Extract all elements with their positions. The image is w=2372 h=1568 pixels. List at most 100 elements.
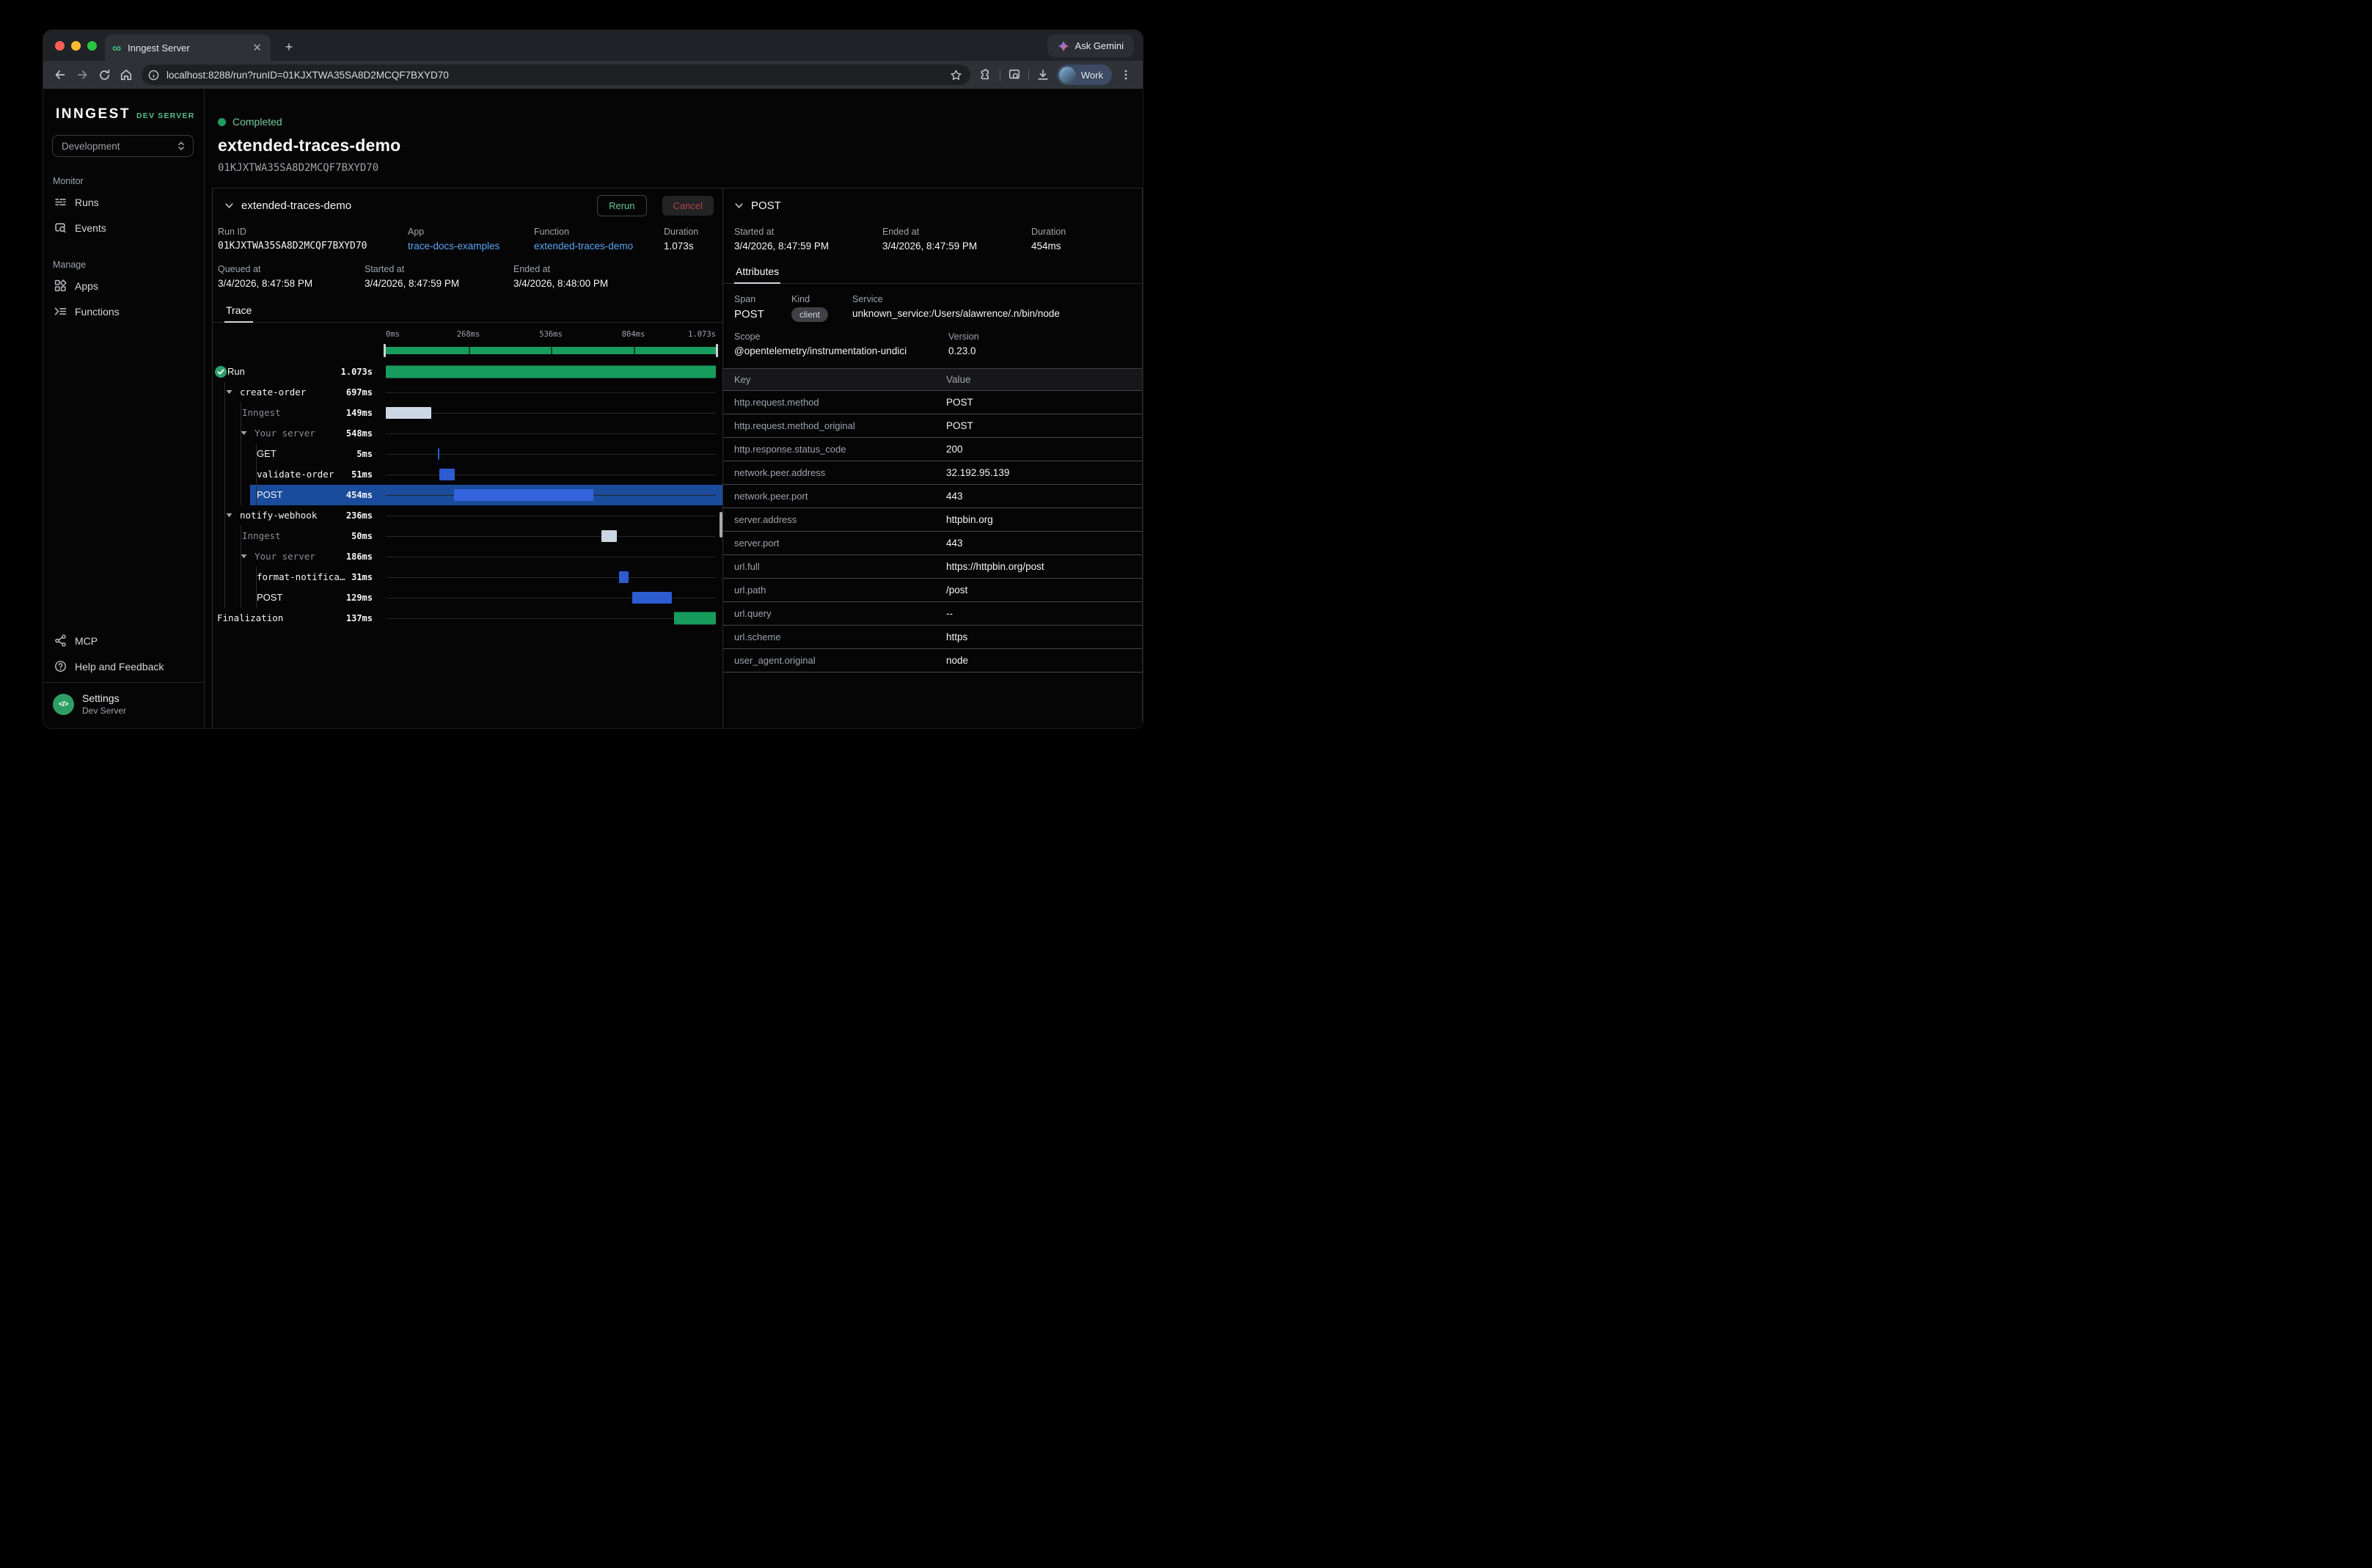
trace-row-post[interactable]: POST129ms (213, 587, 722, 608)
site-info-icon[interactable] (144, 66, 162, 84)
trace-row-your-server[interactable]: Your server548ms (213, 423, 722, 444)
sidebar-item-functions[interactable]: Functions (43, 298, 204, 324)
collapse-chevron-icon[interactable] (734, 201, 744, 210)
scrollbar-thumb[interactable] (720, 512, 722, 538)
minimap-right-handle[interactable] (716, 344, 718, 357)
downloads-icon[interactable] (1032, 64, 1054, 86)
browser-profile-button[interactable]: Work (1057, 65, 1112, 85)
meta-run-id: Run ID01KJXTWA35SA8D2MCQF7BXYD70 (218, 227, 408, 252)
cancel-button[interactable]: Cancel (662, 196, 714, 216)
indent-guide (224, 423, 225, 444)
tab-close-icon[interactable]: ✕ (251, 41, 263, 54)
settings-icon: </> (53, 694, 74, 715)
table-row[interactable]: network.peer.port443 (723, 484, 1142, 508)
span-bar[interactable] (386, 366, 716, 378)
trace-row-create-order[interactable]: create-order697ms (213, 382, 722, 403)
table-row[interactable]: url.schemehttps (723, 625, 1142, 648)
browser-tab[interactable]: ∞ Inngest Server ✕ (105, 34, 271, 61)
browser-menu-icon[interactable] (1115, 64, 1137, 86)
sidebar-item-mcp[interactable]: MCP (43, 628, 204, 653)
meta-app: Apptrace-docs-examples (408, 227, 534, 252)
collapse-chevron-icon[interactable] (224, 201, 234, 210)
detail-panel-title: POST (751, 199, 781, 212)
expander-chevron-icon[interactable] (241, 431, 247, 436)
maximize-window-button[interactable] (87, 41, 97, 51)
help-icon (54, 660, 67, 673)
span-duration: 5ms (299, 448, 373, 460)
table-row[interactable]: server.port443 (723, 531, 1142, 554)
back-button[interactable] (49, 64, 71, 86)
indent-guide (224, 505, 225, 526)
reload-button[interactable] (93, 64, 115, 86)
sidebar-item-settings[interactable]: </> Settings Dev Server (43, 682, 204, 728)
trace-row-inngest[interactable]: Inngest50ms (213, 526, 722, 546)
sidebar-item-help-and-feedback[interactable]: Help and Feedback (43, 653, 204, 679)
tab-attributes[interactable]: Attributes (734, 260, 780, 284)
attribute-key: network.peer.port (734, 491, 946, 502)
indent-guide (224, 587, 225, 608)
span-bar[interactable] (386, 407, 431, 419)
table-row[interactable]: url.query-- (723, 601, 1142, 625)
trace-row-format-notifica[interactable]: format-notifica…31ms (213, 567, 722, 587)
span-duration: 186ms (299, 551, 373, 563)
span-bar[interactable] (674, 612, 716, 625)
span-name: GET (257, 448, 277, 460)
new-tab-button[interactable]: + (279, 38, 299, 57)
sidebar-item-label: Runs (75, 197, 99, 208)
trace-row-validate-order[interactable]: validate-order51ms (213, 464, 722, 485)
tab-trace[interactable]: Trace (224, 298, 253, 323)
table-row[interactable]: server.addresshttpbin.org (723, 508, 1142, 531)
sidebar-item-events[interactable]: Events (43, 215, 204, 241)
timeline-minimap[interactable] (386, 342, 716, 359)
tab-search-icon[interactable] (1003, 64, 1025, 86)
span-bar[interactable] (438, 448, 439, 460)
table-row[interactable]: http.request.method_originalPOST (723, 414, 1142, 437)
trace-row-notify-webhook[interactable]: notify-webhook236ms (213, 505, 722, 526)
url-text[interactable]: localhost:8288/run?runID=01KJXTWA35SA8D2… (166, 70, 947, 81)
span-bar[interactable] (439, 469, 455, 480)
environment-selector[interactable]: Development (52, 135, 194, 157)
trace-row-run[interactable]: Run1.073s (213, 362, 722, 382)
expander-chevron-icon[interactable] (226, 389, 233, 395)
extensions-icon[interactable] (975, 64, 997, 86)
meta-label: Ended at (882, 227, 1031, 237)
table-row[interactable]: http.request.methodPOST (723, 390, 1142, 414)
bookmark-star-icon[interactable] (947, 65, 966, 84)
indent-guide (224, 382, 225, 403)
close-window-button[interactable] (55, 41, 65, 51)
span-name: Run (227, 366, 245, 378)
meta-value[interactable]: trace-docs-examples (408, 241, 534, 252)
span-lane (386, 546, 716, 567)
table-row[interactable]: url.path/post (723, 578, 1142, 601)
url-bar[interactable]: localhost:8288/run?runID=01KJXTWA35SA8D2… (142, 65, 970, 85)
expander-chevron-icon[interactable] (226, 513, 233, 518)
sidebar-section-title-monitor: Monitor (43, 157, 204, 189)
sidebar-item-runs[interactable]: Runs (43, 189, 204, 215)
span-lane (386, 526, 716, 546)
meta-value: 01KJXTWA35SA8D2MCQF7BXYD70 (218, 241, 408, 252)
meta-value[interactable]: extended-traces-demo (534, 241, 664, 252)
span-bar[interactable] (619, 571, 629, 583)
span-bar[interactable] (454, 489, 593, 501)
sidebar-item-apps[interactable]: Apps (43, 273, 204, 298)
trace-row-your-server[interactable]: Your server186ms (213, 546, 722, 567)
home-button[interactable] (115, 64, 137, 86)
trace-row-post[interactable]: POST454ms (213, 485, 722, 505)
ask-gemini-button[interactable]: Ask Gemini (1047, 34, 1134, 57)
span-bar[interactable] (632, 592, 672, 604)
trace-row-finalization[interactable]: Finalization137ms (213, 608, 722, 629)
table-row[interactable]: http.response.status_code200 (723, 437, 1142, 461)
table-row[interactable]: url.fullhttps://httpbin.org/post (723, 554, 1142, 578)
kind-label: Kind (791, 294, 852, 304)
span-bar[interactable] (601, 530, 617, 542)
trace-row-get[interactable]: GET 5ms (213, 444, 722, 464)
table-row[interactable]: network.peer.address32.192.95.139 (723, 461, 1142, 484)
table-row[interactable]: user_agent.originalnode (723, 648, 1142, 673)
rerun-button[interactable]: Rerun (597, 195, 646, 216)
attribute-value: 443 (946, 538, 963, 549)
attribute-key: http.response.status_code (734, 444, 946, 455)
expander-chevron-icon[interactable] (241, 554, 247, 559)
trace-row-inngest[interactable]: Inngest149ms (213, 403, 722, 423)
forward-button[interactable] (71, 64, 93, 86)
minimize-window-button[interactable] (71, 41, 81, 51)
